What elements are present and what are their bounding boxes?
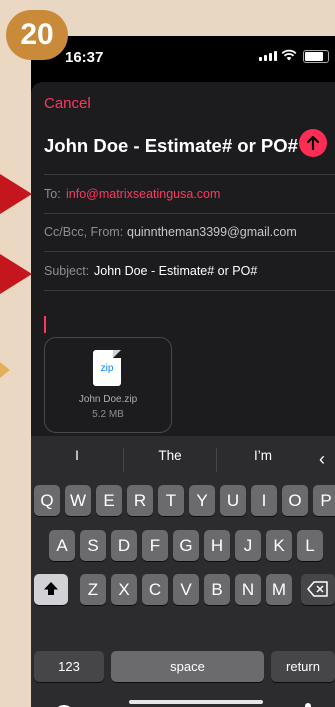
- step-badge: 20: [6, 10, 68, 60]
- attachment-size: 5.2 MB: [92, 409, 124, 420]
- attachment-card[interactable]: zip John Doe.zip 5.2 MB: [44, 337, 172, 433]
- pointer-arrow-small: [0, 362, 10, 378]
- zip-icon-label: zip: [100, 363, 114, 374]
- backspace-icon: [307, 581, 328, 597]
- key-j[interactable]: J: [235, 530, 261, 561]
- cc-label: Cc/Bcc, From:: [44, 225, 124, 239]
- zip-file-icon: zip: [93, 350, 121, 386]
- key-t[interactable]: T: [158, 485, 184, 516]
- space-key[interactable]: space: [111, 651, 264, 682]
- key-g[interactable]: G: [173, 530, 199, 561]
- suggestion-3[interactable]: I’m: [217, 448, 309, 463]
- key-d[interactable]: D: [111, 530, 137, 561]
- key-c[interactable]: C: [142, 574, 168, 605]
- key-a[interactable]: A: [49, 530, 75, 561]
- from-address: quinntheman3399@gmail.com: [127, 225, 297, 239]
- key-h[interactable]: H: [204, 530, 230, 561]
- microphone-icon[interactable]: [301, 702, 315, 707]
- key-z[interactable]: Z: [80, 574, 106, 605]
- key-s[interactable]: S: [80, 530, 106, 561]
- key-p[interactable]: P: [313, 485, 335, 516]
- numbers-key[interactable]: 123: [34, 651, 104, 682]
- background-panel: [0, 0, 31, 707]
- status-bar: 16:37: [31, 36, 335, 80]
- to-field[interactable]: To: info@matrixseatingusa.com: [44, 174, 335, 214]
- chevron-left-icon[interactable]: ‹: [319, 449, 325, 470]
- text-cursor: [44, 316, 46, 333]
- suggestion-1[interactable]: I: [31, 448, 123, 463]
- pointer-arrow-to: [0, 174, 32, 214]
- key-y[interactable]: Y: [189, 485, 215, 516]
- key-b[interactable]: B: [204, 574, 230, 605]
- subject-field[interactable]: Subject: John Doe - Estimate# or PO#: [44, 252, 335, 291]
- key-r[interactable]: R: [127, 485, 153, 516]
- send-button[interactable]: [299, 129, 327, 157]
- key-l[interactable]: L: [297, 530, 323, 561]
- key-x[interactable]: X: [111, 574, 137, 605]
- key-m[interactable]: M: [266, 574, 292, 605]
- cellular-signal-icon: [259, 51, 277, 61]
- keyboard: I The I’m ‹ Q W E R T Y U I O P A S D F …: [31, 436, 335, 707]
- key-u[interactable]: U: [220, 485, 246, 516]
- key-e[interactable]: E: [96, 485, 122, 516]
- arrow-up-icon: [306, 135, 320, 151]
- key-n[interactable]: N: [235, 574, 261, 605]
- status-time: 16:37: [65, 49, 104, 66]
- key-w[interactable]: W: [65, 485, 91, 516]
- shift-icon: [44, 582, 58, 595]
- to-label: To:: [44, 187, 61, 201]
- key-q[interactable]: Q: [34, 485, 60, 516]
- wifi-icon: [281, 49, 297, 61]
- key-i[interactable]: I: [251, 485, 277, 516]
- home-indicator: [129, 700, 263, 704]
- pointer-arrow-subject: [0, 254, 32, 294]
- phone-screen: 16:37 Cancel John Doe - Estimate# or PO#…: [31, 36, 335, 707]
- battery-icon: [303, 50, 329, 63]
- compose-title: John Doe - Estimate# or PO#: [44, 135, 298, 156]
- attachment-name: John Doe.zip: [78, 394, 138, 405]
- key-v[interactable]: V: [173, 574, 199, 605]
- key-o[interactable]: O: [282, 485, 308, 516]
- cancel-button[interactable]: Cancel: [44, 95, 91, 112]
- cc-bcc-from-field[interactable]: Cc/Bcc, From: quinntheman3399@gmail.com: [44, 213, 335, 252]
- subject-value[interactable]: John Doe - Estimate# or PO#: [94, 264, 257, 278]
- key-k[interactable]: K: [266, 530, 292, 561]
- suggestion-2[interactable]: The: [124, 448, 216, 463]
- return-key[interactable]: return: [271, 651, 335, 682]
- delete-key[interactable]: [301, 574, 335, 605]
- shift-key[interactable]: [34, 574, 68, 605]
- subject-label: Subject:: [44, 264, 90, 278]
- to-recipient[interactable]: info@matrixseatingusa.com: [66, 187, 220, 201]
- key-f[interactable]: F: [142, 530, 168, 561]
